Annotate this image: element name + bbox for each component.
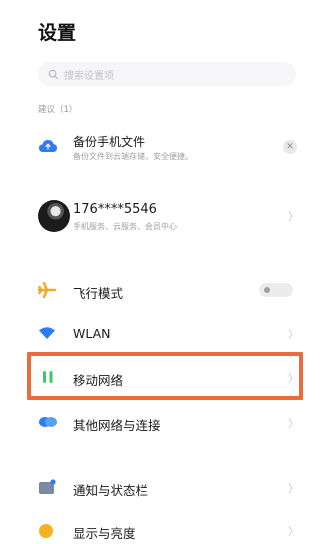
notification-icon: [38, 479, 56, 495]
chevron-right-icon: 〉: [288, 210, 299, 223]
cloud-link-icon: [38, 416, 58, 428]
page-title: 设置: [38, 22, 77, 44]
search-placeholder: 搜索设置项: [64, 70, 114, 82]
cloud-upload-icon: [38, 138, 58, 154]
airplane-icon: [38, 282, 56, 298]
setting-label-airplane: 飞行模式: [73, 286, 124, 301]
avatar: [38, 200, 70, 232]
setting-label-other: 其他网络与连接: [73, 418, 161, 433]
account-phone: 176****5546: [73, 202, 157, 217]
dismiss-suggestion-button[interactable]: ✕: [283, 140, 297, 154]
search-icon: [48, 69, 59, 79]
highlight-box: [27, 352, 303, 400]
suggestion-title: 备份手机文件: [73, 135, 146, 149]
account-subtitle: 手机服务、云服务、会员中心: [73, 222, 177, 231]
setting-label-notify: 通知与状态栏: [73, 483, 149, 498]
chevron-right-icon: 〉: [288, 525, 299, 538]
toggle-knob: [264, 287, 270, 293]
chevron-right-icon: 〉: [288, 482, 299, 495]
close-icon: ✕: [286, 142, 294, 152]
chevron-right-icon: 〉: [288, 417, 299, 430]
suggestion-subtitle: 备份文件到云端存储，安全便捷。: [73, 152, 193, 161]
setting-label-wlan: WLAN: [73, 326, 111, 341]
chevron-right-icon: 〉: [288, 328, 299, 341]
suggestions-label: 建议（1）: [38, 105, 78, 115]
brightness-icon: [38, 523, 54, 539]
search-input[interactable]: 搜索设置项: [38, 62, 296, 86]
setting-label-display: 显示与亮度: [73, 526, 136, 541]
wifi-icon: [38, 326, 56, 340]
airplane-toggle[interactable]: [259, 283, 293, 297]
